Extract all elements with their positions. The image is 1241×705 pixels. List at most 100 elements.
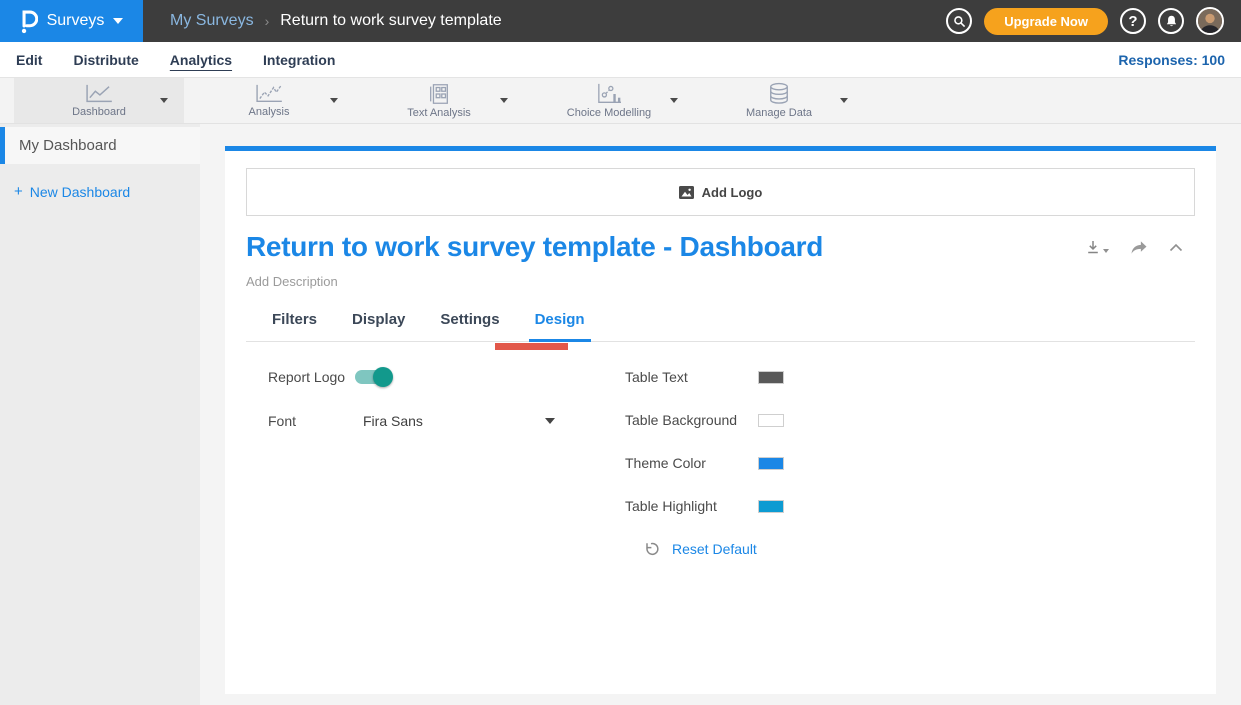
content-area: My Dashboard + New Dashboard Add Logo Re…	[0, 124, 1241, 705]
design-form-left-column: Report Logo Font Fira Sans	[268, 369, 625, 557]
report-logo-label: Report Logo	[268, 369, 355, 385]
chevron-down-icon[interactable]	[840, 98, 848, 103]
font-select[interactable]: Fira Sans	[363, 413, 555, 429]
table-highlight-row: Table Highlight	[625, 498, 1005, 514]
design-form-right-column: Table Text Table Background Theme Color …	[625, 369, 1005, 557]
questionpro-logo-icon	[20, 9, 38, 34]
tab-settings[interactable]: Settings	[434, 311, 505, 341]
table-background-swatch[interactable]	[758, 414, 784, 427]
toggle-knob	[373, 367, 393, 387]
toolbar-manage-data-label: Manage Data	[746, 107, 812, 119]
toolbar-analysis-label: Analysis	[249, 106, 290, 118]
help-button[interactable]: ?	[1120, 8, 1146, 34]
scatter-chart-icon	[595, 82, 623, 106]
panel-tabs: Filters Display Settings Design	[246, 311, 1195, 342]
chevron-down-icon[interactable]	[330, 98, 338, 103]
toolbar-analysis[interactable]: Analysis	[184, 78, 354, 123]
toolbar-text-analysis[interactable]: Text Analysis	[354, 78, 524, 123]
line-chart-icon	[253, 83, 285, 105]
bell-icon	[1165, 15, 1178, 28]
chevron-down-icon	[545, 418, 555, 424]
download-icon	[1085, 239, 1101, 255]
survey-nav-bar: Edit Distribute Analytics Integration Re…	[0, 42, 1241, 78]
breadcrumb: My Surveys › Return to work survey templ…	[170, 12, 502, 30]
toolbar-text-analysis-label: Text Analysis	[407, 107, 471, 119]
download-button[interactable]	[1085, 239, 1109, 255]
toolbar-choice-modelling[interactable]: Choice Modelling	[524, 78, 694, 123]
chevron-down-icon[interactable]	[500, 98, 508, 103]
design-tab-annotation-marker	[495, 343, 568, 350]
document-grid-icon	[427, 82, 451, 106]
add-logo-label: Add Logo	[702, 185, 763, 200]
upgrade-now-button[interactable]: Upgrade Now	[984, 8, 1108, 35]
new-dashboard-button[interactable]: + New Dashboard	[14, 183, 200, 200]
page-title: Return to work survey template - Dashboa…	[246, 231, 823, 263]
topbar-actions: Upgrade Now ?	[946, 7, 1241, 35]
my-dashboard-label: My Dashboard	[19, 137, 117, 154]
avatar[interactable]	[1196, 7, 1224, 35]
nav-integration[interactable]: Integration	[263, 50, 335, 70]
share-button[interactable]	[1130, 240, 1148, 255]
report-logo-toggle[interactable]	[355, 370, 389, 384]
search-icon	[953, 15, 966, 28]
breadcrumb-separator-icon: ›	[265, 13, 270, 29]
new-dashboard-label: New Dashboard	[30, 184, 130, 200]
chevron-up-icon	[1169, 243, 1183, 252]
toolbar-dashboard[interactable]: Dashboard	[14, 78, 184, 123]
theme-color-swatch[interactable]	[758, 457, 784, 470]
main-area: Add Logo Return to work survey template …	[200, 124, 1241, 705]
nav-edit[interactable]: Edit	[16, 50, 42, 70]
add-logo-box[interactable]: Add Logo	[246, 168, 1195, 216]
dashboard-sidebar: My Dashboard + New Dashboard	[0, 124, 200, 705]
theme-color-label: Theme Color	[625, 455, 758, 471]
table-text-label: Table Text	[625, 369, 758, 385]
sidebar-item-my-dashboard[interactable]: My Dashboard	[0, 127, 200, 164]
line-chart-icon	[83, 83, 115, 105]
toolbar-dashboard-label: Dashboard	[72, 106, 126, 118]
top-bar: Surveys My Surveys › Return to work surv…	[0, 0, 1241, 42]
nav-distribute[interactable]: Distribute	[73, 50, 138, 70]
toolbar-choice-modelling-label: Choice Modelling	[567, 107, 651, 119]
toolbar-manage-data[interactable]: Manage Data	[694, 78, 864, 123]
avatar-photo	[1198, 9, 1222, 33]
tab-design[interactable]: Design	[529, 311, 591, 342]
database-icon	[768, 82, 790, 106]
add-description-field[interactable]: Add Description	[246, 274, 1195, 289]
tab-display[interactable]: Display	[346, 311, 411, 341]
breadcrumb-my-surveys[interactable]: My Surveys	[170, 12, 254, 30]
design-settings-form: Report Logo Font Fira Sans	[246, 342, 1195, 557]
brand-label: Surveys	[47, 12, 105, 30]
title-actions	[1085, 239, 1183, 255]
plus-icon: +	[14, 183, 23, 200]
font-value: Fira Sans	[363, 413, 423, 429]
image-icon	[679, 186, 694, 199]
reset-icon	[643, 541, 659, 557]
search-button[interactable]	[946, 8, 972, 34]
reset-default-button[interactable]: Reset Default	[643, 541, 1005, 557]
title-row: Return to work survey template - Dashboa…	[246, 231, 1195, 263]
share-arrow-icon	[1130, 240, 1148, 255]
table-highlight-swatch[interactable]	[758, 500, 784, 513]
notifications-button[interactable]	[1158, 8, 1184, 34]
reset-default-label: Reset Default	[672, 541, 757, 557]
table-text-row: Table Text	[625, 369, 1005, 385]
collapse-button[interactable]	[1169, 243, 1183, 252]
table-highlight-label: Table Highlight	[625, 498, 758, 514]
responses-count[interactable]: Responses: 100	[1118, 52, 1225, 68]
brand-surveys-menu[interactable]: Surveys	[0, 0, 143, 42]
nav-analytics[interactable]: Analytics	[170, 50, 232, 70]
dashboard-panel: Add Logo Return to work survey template …	[225, 146, 1216, 694]
table-background-label: Table Background	[625, 412, 758, 428]
question-mark-icon: ?	[1128, 13, 1137, 30]
chevron-down-icon[interactable]	[160, 98, 168, 103]
theme-color-row: Theme Color	[625, 455, 1005, 471]
chevron-down-icon[interactable]	[670, 98, 678, 103]
chevron-down-icon	[113, 18, 123, 24]
font-label: Font	[268, 413, 355, 429]
table-text-swatch[interactable]	[758, 371, 784, 384]
tab-filters[interactable]: Filters	[266, 311, 323, 341]
breadcrumb-current-title: Return to work survey template	[280, 12, 501, 30]
table-background-row: Table Background	[625, 412, 1005, 428]
chevron-down-icon	[1103, 249, 1109, 253]
analytics-toolbar: Dashboard Analysis Text Analysis Choice …	[0, 78, 1241, 124]
